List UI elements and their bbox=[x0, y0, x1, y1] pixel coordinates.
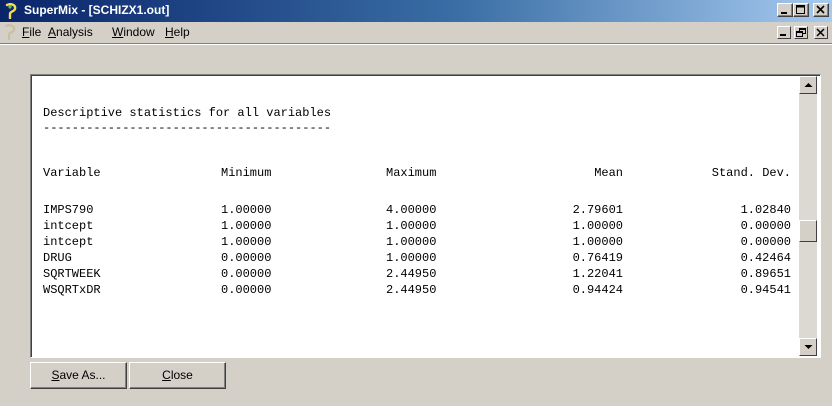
minimum-value: 1.00000 bbox=[221, 219, 272, 233]
mean-value: 0.76419 bbox=[572, 251, 623, 265]
arrow-up-icon bbox=[804, 83, 813, 87]
menu-analysis[interactable]: Analysis bbox=[48, 25, 93, 39]
close-icon bbox=[816, 28, 825, 37]
close-button[interactable]: Close bbox=[129, 362, 226, 389]
mean-value: 1.22041 bbox=[572, 267, 623, 281]
variable-name: IMPS790 bbox=[43, 203, 94, 217]
minimize-button[interactable] bbox=[777, 3, 793, 17]
menu-separator bbox=[0, 44, 832, 45]
child-close-button[interactable] bbox=[814, 26, 828, 39]
mean-value: 1.00000 bbox=[572, 219, 623, 233]
minimum-value: 0.00000 bbox=[221, 267, 272, 281]
save-as-button[interactable]: Save As... bbox=[30, 362, 127, 389]
scroll-thumb[interactable] bbox=[799, 220, 817, 242]
variable-name: SQRTWEEK bbox=[43, 267, 101, 281]
window-title: SuperMix - [SCHIZX1.out] bbox=[24, 3, 170, 17]
mean-value: 0.94424 bbox=[572, 283, 623, 297]
menu-file[interactable]: File bbox=[22, 25, 41, 39]
minimum-value: 0.00000 bbox=[221, 251, 272, 265]
maximum-value: 1.00000 bbox=[386, 235, 437, 249]
restore-icon bbox=[796, 28, 806, 37]
maximum-value: 4.00000 bbox=[386, 203, 437, 217]
maximize-button[interactable] bbox=[793, 3, 809, 17]
mean-value: 1.00000 bbox=[572, 235, 623, 249]
stddev-value: 0.00000 bbox=[740, 219, 791, 233]
stddev-value: 0.89651 bbox=[740, 267, 791, 281]
column-header-mean: Mean bbox=[594, 166, 623, 180]
heading-underline: ---------------------------------------- bbox=[43, 121, 332, 135]
column-header-variable: Variable bbox=[43, 166, 101, 180]
maximum-value: 1.00000 bbox=[386, 219, 437, 233]
variable-name: DRUG bbox=[43, 251, 72, 265]
output-text-area[interactable]: Descriptive statistics for all variables… bbox=[30, 74, 821, 358]
column-header-stddev: Stand. Dev. bbox=[711, 166, 791, 180]
child-restore-button[interactable] bbox=[794, 26, 808, 39]
scroll-down-button[interactable] bbox=[799, 338, 817, 356]
supermix-app-icon[interactable] bbox=[4, 3, 20, 20]
variable-name: WSQRTxDR bbox=[43, 283, 101, 297]
arrow-down-icon bbox=[804, 345, 813, 349]
child-minimize-button[interactable] bbox=[777, 26, 791, 39]
maximize-icon bbox=[796, 5, 805, 14]
document-icon[interactable] bbox=[3, 24, 19, 41]
minimum-value: 0.00000 bbox=[221, 283, 272, 297]
close-window-button[interactable] bbox=[813, 3, 829, 17]
close-icon bbox=[816, 5, 825, 14]
minimize-icon bbox=[780, 34, 786, 36]
column-header-minimum: Minimum bbox=[221, 166, 272, 180]
stddev-value: 0.00000 bbox=[740, 235, 791, 249]
title-bar[interactable]: SuperMix - [SCHIZX1.out] bbox=[0, 0, 832, 22]
output-heading: Descriptive statistics for all variables bbox=[43, 106, 332, 120]
maximum-value: 1.00000 bbox=[386, 251, 437, 265]
minimum-value: 1.00000 bbox=[221, 235, 272, 249]
menu-help[interactable]: Help bbox=[165, 25, 190, 39]
maximum-value: 2.44950 bbox=[386, 267, 437, 281]
vertical-scrollbar[interactable] bbox=[799, 76, 817, 356]
minimum-value: 1.00000 bbox=[221, 203, 272, 217]
minimize-icon bbox=[781, 12, 787, 14]
menu-bar: File Analysis Window Help bbox=[0, 22, 832, 42]
maximum-value: 2.44950 bbox=[386, 283, 437, 297]
stddev-value: 1.02840 bbox=[740, 203, 791, 217]
variable-name: intcept bbox=[43, 235, 94, 249]
column-header-maximum: Maximum bbox=[386, 166, 437, 180]
variable-name: intcept bbox=[43, 219, 94, 233]
menu-window[interactable]: Window bbox=[112, 25, 155, 39]
mean-value: 2.79601 bbox=[572, 203, 623, 217]
scroll-up-button[interactable] bbox=[799, 76, 817, 94]
stddev-value: 0.42464 bbox=[740, 251, 791, 265]
stddev-value: 0.94541 bbox=[740, 283, 791, 297]
